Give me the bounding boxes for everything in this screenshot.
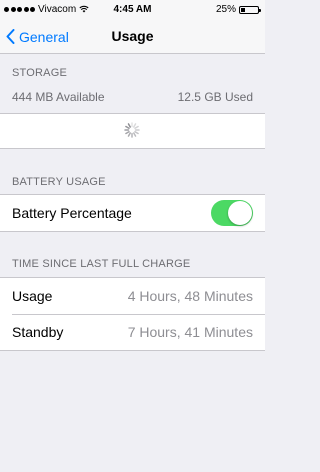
status-right: 25% <box>215 4 261 15</box>
usage-row: Usage 4 Hours, 48 Minutes <box>0 278 265 314</box>
battery-percentage-row: Battery Percentage <box>0 195 265 231</box>
usage-value: 4 Hours, 48 Minutes <box>127 288 253 304</box>
battery-percent: 25% <box>215 4 236 15</box>
storage-loading-cell <box>0 113 265 149</box>
battery-usage-header: BATTERY USAGE <box>12 176 106 188</box>
standby-label: Standby <box>12 324 64 340</box>
storage-available: 444 MB Available <box>12 90 105 104</box>
storage-used: 12.5 GB Used <box>177 90 253 104</box>
standby-value: 7 Hours, 41 Minutes <box>127 324 253 340</box>
loading-spinner-icon <box>124 122 140 138</box>
page-title: Usage <box>111 28 154 44</box>
toggle-knob <box>228 201 252 225</box>
storage-header: STORAGE <box>12 67 67 79</box>
time-since-charge-group: Usage 4 Hours, 48 Minutes Standby 7 Hour… <box>0 277 265 351</box>
status-bar: Vivacom 4:45 AM 25% <box>0 0 265 20</box>
navigation-bar: General Usage <box>0 20 265 54</box>
battery-usage-group: Battery Percentage <box>0 194 265 232</box>
standby-row: Standby 7 Hours, 41 Minutes <box>0 314 265 350</box>
battery-percentage-toggle[interactable] <box>211 200 253 226</box>
battery-percentage-label: Battery Percentage <box>12 205 132 221</box>
storage-summary: 444 MB Available 12.5 GB Used <box>0 84 265 112</box>
time-since-charge-header: TIME SINCE LAST FULL CHARGE <box>12 258 191 270</box>
usage-label: Usage <box>12 288 53 304</box>
battery-icon <box>239 5 261 14</box>
